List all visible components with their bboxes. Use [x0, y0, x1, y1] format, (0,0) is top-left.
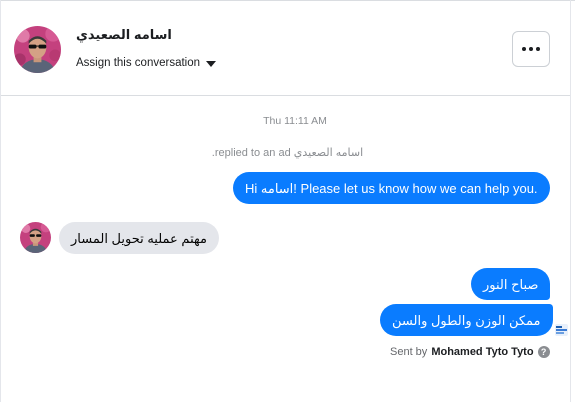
contact-name[interactable]: اسامه الصعيدي — [76, 27, 172, 43]
caret-down-icon — [206, 60, 217, 67]
message-text: مهتم عمليه تحويل المسار — [71, 231, 207, 246]
message-text: ممكن الوزن والطول والسن — [392, 313, 541, 328]
more-horizontal-icon-dot — [529, 47, 533, 51]
more-horizontal-icon-dot — [536, 47, 540, 51]
sender-avatar-photo — [20, 222, 51, 253]
message-text: صباح النور — [483, 277, 539, 292]
message-bubble-outgoing[interactable]: صباح النور — [471, 268, 551, 300]
help-icon[interactable]: ? — [537, 346, 550, 358]
contact-avatar-photo — [14, 26, 61, 73]
more-horizontal-icon — [522, 47, 526, 51]
thread-timestamp: Thu 11:11 AM — [263, 115, 327, 127]
sender-avatar[interactable] — [20, 222, 51, 253]
sent-by-author[interactable]: Mohamed Tyto Tyto — [431, 346, 533, 358]
header-divider — [1, 95, 570, 96]
frame-right-border — [570, 0, 571, 402]
message-bubble-outgoing[interactable]: ممكن الوزن والطول والسن — [380, 304, 553, 336]
message-bubble-outgoing[interactable]: Hi اسامه! Please let us know how we can … — [233, 172, 550, 204]
message-bubble-incoming[interactable]: مهتم عمليه تحويل المسار — [59, 222, 219, 254]
assign-conversation-button[interactable]: Assign this conversation — [76, 57, 217, 69]
contact-avatar[interactable] — [14, 26, 61, 73]
sent-by-prefix: Sent by — [390, 346, 428, 358]
conversation-header: اسامه الصعيدي Assign this conversation — [0, 0, 570, 96]
system-message: اسامه الصعيدي replied to an ad. — [0, 146, 575, 159]
sent-by-footer: Sent by Mohamed Tyto Tyto ? — [390, 346, 550, 358]
system-message-text: اسامه الصعيدي replied to an ad. — [211, 147, 364, 159]
more-options-button[interactable] — [512, 31, 550, 67]
message-text: Hi اسامه! Please let us know how we can … — [245, 181, 538, 196]
assign-conversation-label: Assign this conversation — [76, 57, 201, 69]
page-seen-avatar-icon — [555, 324, 568, 336]
